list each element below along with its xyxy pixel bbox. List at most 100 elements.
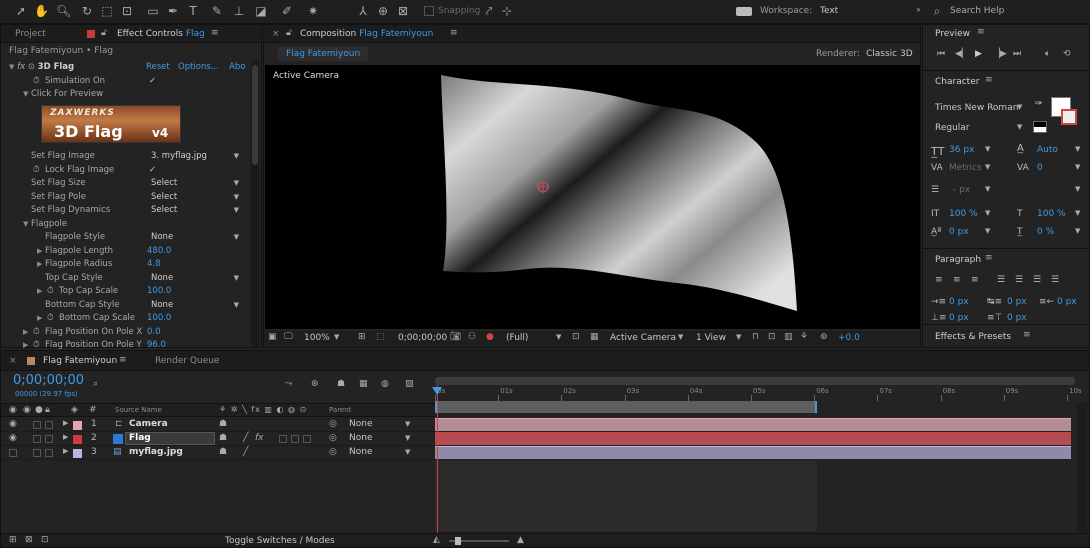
- leading-value[interactable]: Auto: [1037, 145, 1058, 155]
- chevron-down-icon[interactable]: ▼: [678, 333, 683, 341]
- layer-name[interactable]: Camera: [129, 419, 168, 429]
- snapping-checkbox[interactable]: [424, 6, 434, 16]
- channel-icon[interactable]: ●: [486, 332, 494, 342]
- kerning-value[interactable]: Metrics: [949, 163, 982, 173]
- fx-switch-icon[interactable]: fx: [255, 433, 264, 443]
- work-area-bar[interactable]: [435, 401, 817, 413]
- plugin-logo-image[interactable]: ZAXWERKS 3D Flag v4: [41, 105, 181, 143]
- monitor-icon[interactable]: 🖵︎: [284, 332, 293, 342]
- tab-render-queue[interactable]: Render Queue: [155, 352, 219, 370]
- search-help-input[interactable]: Search Help: [950, 6, 1004, 16]
- solo-column-icon[interactable]: ●: [35, 405, 43, 415]
- flagpole-radius-value[interactable]: 4.8: [147, 258, 161, 271]
- tsume-value[interactable]: 0 %: [1037, 227, 1054, 237]
- eraser-tool-icon[interactable]: ◪: [254, 4, 268, 18]
- disclosure-triangle-icon[interactable]: ▶: [23, 326, 28, 339]
- comp-subtab[interactable]: Flag Fatemiyoun: [278, 47, 369, 61]
- renderer-value[interactable]: Classic 3D: [866, 49, 913, 59]
- clone-tool-icon[interactable]: ⊥: [232, 4, 246, 18]
- disclosure-triangle-icon[interactable]: ▼: [23, 88, 28, 101]
- viewer-timecode[interactable]: 0;00;00;00: [398, 333, 447, 343]
- set-flag-pole-select[interactable]: Select: [151, 191, 239, 204]
- vertical-scale-value[interactable]: 100 %: [949, 209, 978, 219]
- layer-bar-myflag[interactable]: [435, 446, 1071, 459]
- composition-viewer[interactable]: Active Camera: [265, 65, 920, 329]
- workspace-value[interactable]: Text: [820, 6, 838, 16]
- font-size-value[interactable]: 36 px: [949, 145, 974, 155]
- lock-column-icon[interactable]: 🔒︎: [45, 405, 50, 415]
- puppet-tool-icon[interactable]: ✷: [306, 4, 320, 18]
- lock-flag-image-check[interactable]: ✓: [149, 164, 156, 177]
- timeline-timecode[interactable]: 0;00;00;00: [13, 373, 84, 388]
- chevron-down-icon[interactable]: ▼: [405, 434, 410, 442]
- next-frame-icon[interactable]: ▕▶: [993, 49, 1007, 59]
- grid-icon[interactable]: ⊞: [358, 332, 366, 342]
- frame-blending-icon[interactable]: ▦: [359, 379, 368, 389]
- layer-label-color[interactable]: [73, 449, 82, 458]
- flag-pos-y-value[interactable]: 96.0: [147, 339, 166, 349]
- toggle-switches-button[interactable]: Toggle Switches / Modes: [225, 536, 335, 546]
- fast-draft-icon[interactable]: ⊡: [768, 332, 776, 342]
- always-preview-icon[interactable]: ▣: [268, 332, 277, 342]
- workspace-menu-icon[interactable]: »: [916, 5, 921, 14]
- tab-project[interactable]: Project: [15, 25, 46, 43]
- quality-icon[interactable]: ╱: [243, 447, 248, 457]
- snap-options-icon[interactable]: ⤤: [482, 4, 496, 18]
- lock-box[interactable]: [45, 449, 53, 457]
- disclosure-triangle-icon[interactable]: ▶: [23, 339, 28, 349]
- time-navigator[interactable]: [435, 377, 1075, 385]
- last-frame-icon[interactable]: ⏭: [1013, 49, 1021, 59]
- align-right-icon[interactable]: ≡: [971, 275, 979, 285]
- disclosure-triangle-icon[interactable]: ▶: [37, 285, 42, 298]
- chevron-down-icon[interactable]: ▼: [985, 227, 990, 235]
- chevron-down-icon[interactable]: ▼: [736, 333, 741, 341]
- chevron-down-icon[interactable]: ▼: [985, 209, 990, 217]
- video-box[interactable]: [9, 449, 17, 457]
- stopwatch-icon[interactable]: ⏱: [33, 326, 40, 339]
- timeline-graph[interactable]: 0s 01s 02s 03s 04s 05s 06s 07s 08s 09s 10s: [432, 377, 1082, 537]
- flagpole-length-value[interactable]: 480.0: [147, 245, 171, 258]
- tab-timeline-comp[interactable]: Flag Fatemiyoun: [43, 352, 117, 370]
- disclosure-triangle-icon[interactable]: ▶: [37, 258, 42, 271]
- black-white-swatch[interactable]: [1033, 121, 1047, 133]
- eye-icon[interactable]: ◉: [9, 419, 17, 429]
- bottom-cap-style-select[interactable]: None: [151, 299, 239, 312]
- table-row[interactable]: ▶ 3 ▤ myflag.jpg ☗ ╱ ◎ None ▼: [1, 446, 435, 460]
- reset-link[interactable]: Reset: [146, 61, 170, 74]
- camera-tool-icon[interactable]: ⬚: [100, 4, 114, 18]
- exposure-value[interactable]: +0.0: [838, 333, 860, 343]
- view-layout-select[interactable]: 1 View: [696, 333, 726, 343]
- shy-icon[interactable]: ☗: [219, 433, 227, 443]
- chevron-down-icon[interactable]: ▼: [334, 333, 339, 341]
- chevron-down-icon[interactable]: ▼: [1075, 209, 1080, 217]
- eyedropper-icon[interactable]: ✑: [1035, 99, 1043, 109]
- effects-presets-title[interactable]: Effects & Presets: [935, 332, 1011, 342]
- eye-icon[interactable]: ◉: [9, 433, 17, 443]
- zoom-out-icon[interactable]: ◭: [433, 535, 440, 545]
- parent-header[interactable]: Parent: [329, 406, 351, 414]
- axis-view-icon[interactable]: ⊠: [396, 4, 410, 18]
- options-link[interactable]: Options...: [178, 61, 219, 74]
- indent-first-value[interactable]: 0 px: [1007, 297, 1027, 307]
- pickwhip-icon[interactable]: ◎: [329, 419, 337, 429]
- set-flag-size-select[interactable]: Select: [151, 177, 239, 190]
- zoom-tool-icon[interactable]: 🔍︎: [56, 4, 71, 18]
- graph-editor-icon[interactable]: ▧: [405, 379, 414, 389]
- panel-menu-icon[interactable]: ≡: [985, 253, 993, 263]
- selection-tool-icon[interactable]: ➚: [14, 4, 28, 18]
- comp-mini-flowchart-icon[interactable]: ⤳: [285, 379, 292, 389]
- chevron-down-icon[interactable]: ▼: [1075, 227, 1080, 235]
- chevron-down-icon[interactable]: ▼: [985, 185, 990, 193]
- quality-icon[interactable]: ╱: [243, 433, 248, 443]
- solo-box[interactable]: [33, 421, 41, 429]
- lock-icon[interactable]: 🔓︎: [101, 28, 107, 38]
- transparency-grid-icon[interactable]: ▦: [590, 332, 599, 342]
- stopwatch-icon[interactable]: ⏱: [33, 339, 40, 349]
- lock-box[interactable]: [45, 421, 53, 429]
- flag-pos-x-value[interactable]: 0.0: [147, 326, 161, 339]
- axis-local-icon[interactable]: ⅄: [356, 4, 370, 18]
- font-family-select[interactable]: Times New Roman: [935, 103, 1018, 113]
- toggle-pixel-aspect-icon[interactable]: ⊓: [752, 332, 759, 342]
- disclosure-triangle-icon[interactable]: ▶: [37, 312, 42, 325]
- zoom-slider-thumb[interactable]: [455, 537, 461, 545]
